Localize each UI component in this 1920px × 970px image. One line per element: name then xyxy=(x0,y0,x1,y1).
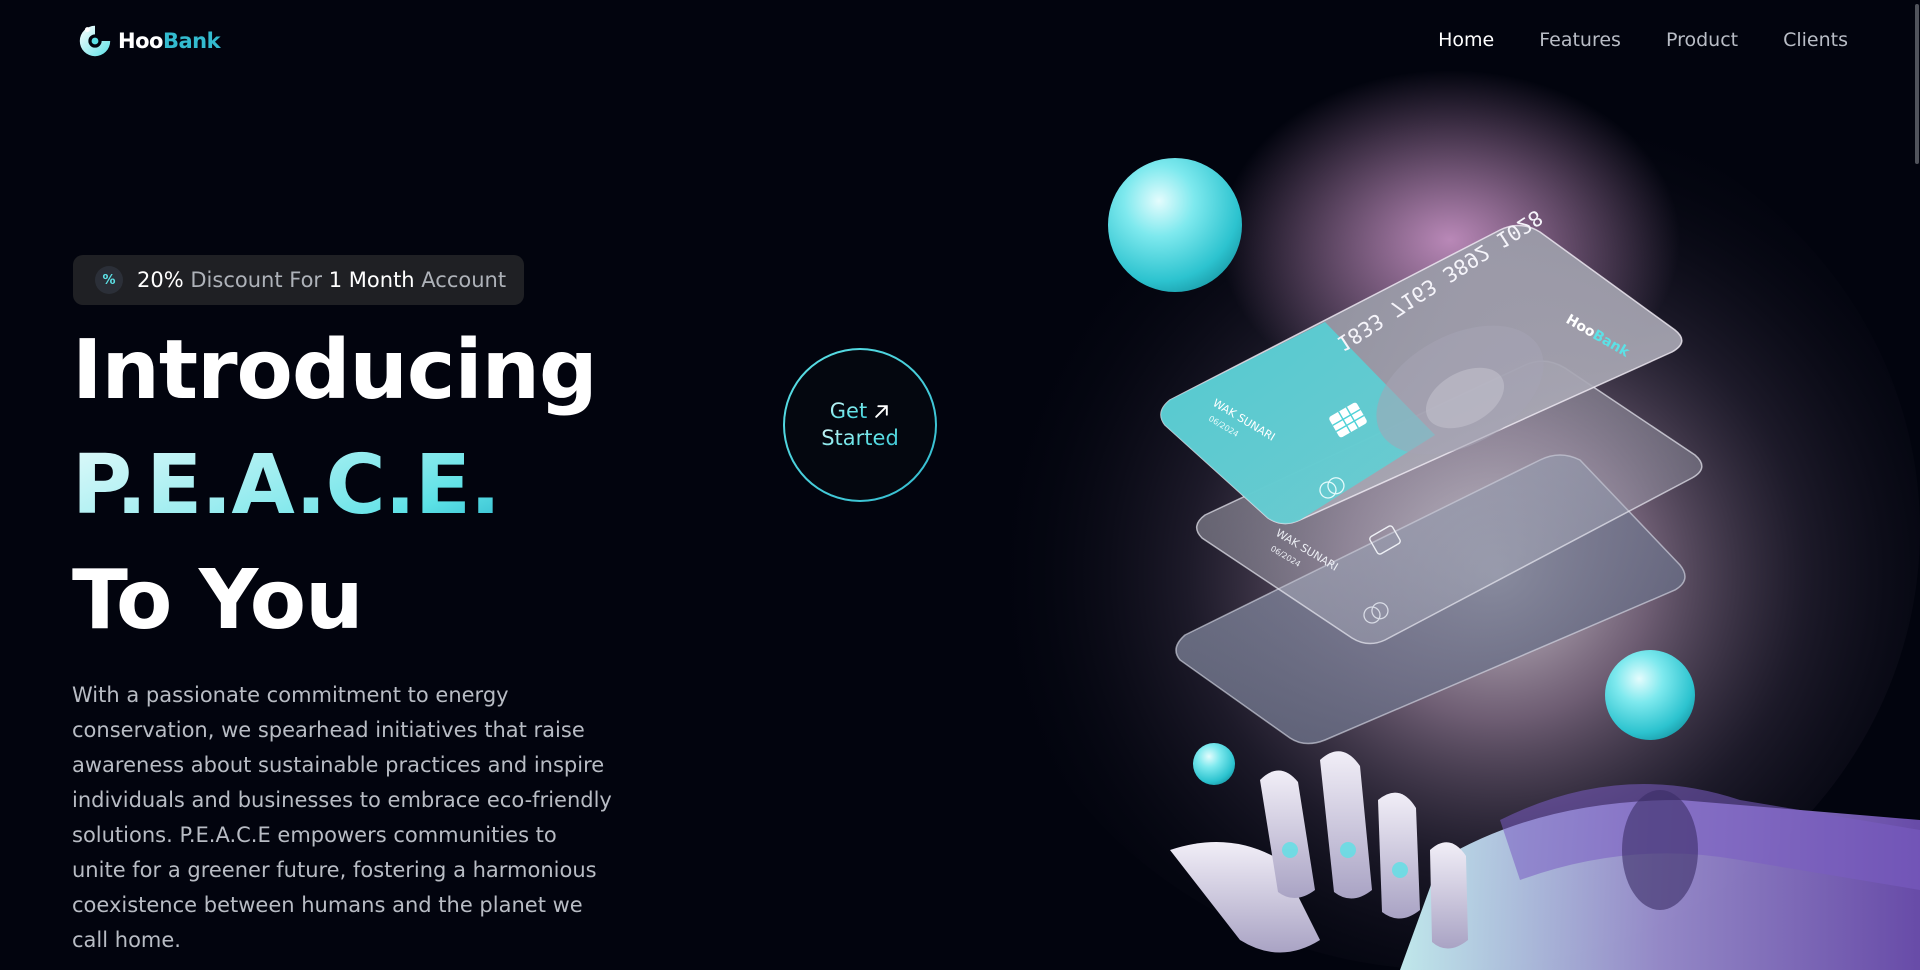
nav-link-clients[interactable]: Clients xyxy=(1783,29,1848,51)
get-started-inner: Get Started xyxy=(785,350,935,500)
discount-badge: % 20% Discount For 1 Month Account xyxy=(73,255,525,305)
sphere-medium xyxy=(1605,650,1695,740)
badge-text-2: Account xyxy=(421,268,507,292)
hero-description: With a passionate commitment to energy c… xyxy=(72,683,612,952)
page-scrollbar[interactable] xyxy=(1913,0,1920,970)
scrollbar-thumb[interactable] xyxy=(1915,4,1919,164)
hero-title-line-2: P.E.A.C.E. xyxy=(72,438,501,533)
get-started-label-1: Get xyxy=(829,399,868,423)
sphere-small xyxy=(1193,743,1235,785)
nav-link-features[interactable]: Features xyxy=(1539,29,1621,51)
nav-link-product[interactable]: Product xyxy=(1666,29,1738,51)
discount-icon: % xyxy=(95,266,123,294)
hero-title-line-3: To You xyxy=(72,553,363,648)
landing-page: HooBank Home Features Product Clients % … xyxy=(0,0,1920,970)
arrow-up-right-icon xyxy=(875,405,888,418)
sphere-large xyxy=(1108,158,1242,292)
badge-percent: 20% xyxy=(137,268,184,292)
get-started-button[interactable]: Get Started xyxy=(783,348,937,502)
nav-link-home[interactable]: Home xyxy=(1438,29,1494,51)
logo-text-bank: Bank xyxy=(162,29,221,53)
get-started-label-2: Started xyxy=(821,426,899,450)
logo-icon xyxy=(79,25,111,57)
badge-text-1: Discount For xyxy=(190,268,323,292)
hero-illustration: WAK SUNARI 06/2024 1833 7163 3892 1028 H… xyxy=(980,70,1920,970)
get-started-row-1: Get xyxy=(830,398,890,425)
badge-duration: 1 Month xyxy=(328,268,415,292)
nav-links: Home Features Product Clients xyxy=(1438,29,1848,51)
hero-title-line-1: Introducing xyxy=(72,323,598,418)
logo[interactable]: HooBank xyxy=(76,22,221,60)
logo-text: HooBank xyxy=(118,29,221,53)
logo-text-hoo: Hoo xyxy=(118,29,163,53)
badge-text: 20% Discount For 1 Month Account xyxy=(137,268,506,292)
